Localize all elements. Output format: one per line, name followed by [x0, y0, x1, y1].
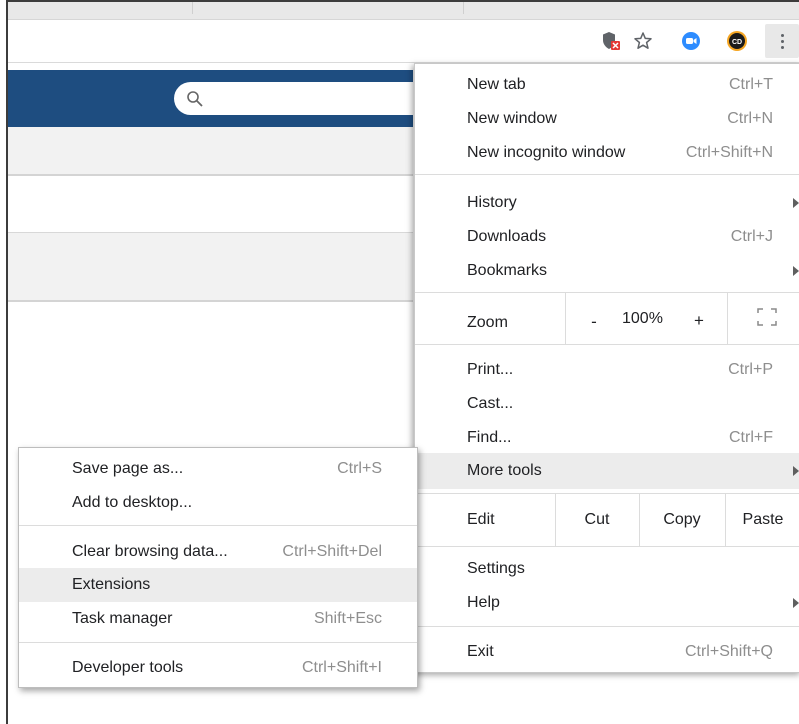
menu-separator	[415, 174, 799, 175]
menu-item-new-incognito[interactable]: New incognito window Ctrl+Shift+N	[415, 136, 799, 170]
menu-item-label: Bookmarks	[467, 262, 548, 279]
more-menu-icon[interactable]	[765, 24, 799, 58]
submenu-item-label: Add to desktop...	[72, 494, 193, 511]
zoom-out-button[interactable]: -	[586, 312, 602, 332]
tab-strip	[8, 2, 799, 20]
submenu-item-label: Extensions	[72, 576, 151, 593]
site-header	[8, 70, 434, 127]
cut-button[interactable]: Cut	[555, 494, 639, 546]
menu-item-label: New window	[467, 110, 557, 127]
submenu-item-clear-data[interactable]: Clear browsing data... Ctrl+Shift+Del	[19, 535, 417, 569]
menu-separator	[19, 525, 417, 526]
menu-item-shortcut: Ctrl+Shift+N	[685, 144, 773, 161]
content-band	[8, 178, 413, 232]
menu-item-label: Zoom	[467, 314, 508, 331]
zoom-level: 100%	[622, 310, 663, 327]
copy-button[interactable]: Copy	[639, 494, 725, 546]
menu-item-downloads[interactable]: Downloads Ctrl+J	[415, 220, 799, 254]
menu-item-history[interactable]: History	[415, 186, 799, 220]
menu-item-label: Help	[467, 594, 500, 611]
menu-separator	[415, 626, 799, 627]
content-band	[8, 127, 413, 176]
menu-separator	[415, 292, 799, 293]
submenu-item-extensions[interactable]: Extensions	[19, 568, 417, 602]
content-band	[8, 232, 413, 302]
menu-separator	[19, 642, 417, 643]
menu-item-label: Downloads	[467, 228, 547, 245]
svg-text:CD: CD	[732, 39, 742, 46]
menu-item-help[interactable]: Help	[415, 586, 799, 620]
search-input[interactable]	[174, 82, 434, 115]
submenu-item-label: Clear browsing data...	[72, 543, 228, 560]
submenu-item-task-manager[interactable]: Task manager Shift+Esc	[19, 602, 417, 636]
submenu-item-shortcut: Ctrl+Shift+I	[301, 659, 382, 676]
menu-item-edit: Edit Cut Copy Paste	[415, 494, 799, 546]
submenu-item-label: Save page as...	[72, 460, 184, 477]
menu-item-shortcut: Ctrl+F	[729, 429, 773, 446]
submenu-arrow-icon	[793, 266, 799, 276]
zoom-extension-icon[interactable]	[678, 28, 704, 54]
menu-separator	[415, 344, 799, 345]
menu-item-label: Edit	[467, 511, 495, 528]
menu-item-settings[interactable]: Settings	[415, 552, 799, 586]
menu-item-label: More tools	[467, 462, 542, 479]
menu-item-label: New incognito window	[467, 144, 626, 161]
menu-item-more-tools[interactable]: More tools	[415, 453, 799, 489]
menu-item-shortcut: Ctrl+J	[730, 228, 773, 245]
zoom-in-button[interactable]: +	[691, 311, 707, 331]
submenu-item-shortcut: Ctrl+S	[337, 460, 382, 477]
chrome-main-menu: New tab Ctrl+T New window Ctrl+N New inc…	[414, 63, 799, 673]
menu-item-shortcut: Ctrl+P	[728, 361, 773, 378]
more-tools-submenu: Save page as... Ctrl+S Add to desktop...…	[18, 447, 418, 688]
menu-item-find[interactable]: Find... Ctrl+F	[415, 421, 799, 455]
bookmark-star-icon[interactable]	[630, 28, 656, 54]
menu-item-zoom: Zoom - 100% +	[415, 293, 799, 344]
menu-item-label: Exit	[467, 643, 494, 660]
submenu-item-label: Developer tools	[72, 659, 184, 676]
submenu-arrow-icon	[793, 466, 799, 476]
submenu-item-shortcut: Shift+Esc	[313, 610, 382, 627]
submenu-item-save-page[interactable]: Save page as... Ctrl+S	[19, 452, 417, 486]
submenu-item-dev-tools[interactable]: Developer tools Ctrl+Shift+I	[19, 651, 417, 685]
menu-item-label: Print...	[467, 361, 514, 378]
submenu-arrow-icon	[793, 598, 799, 608]
browser-toolbar: CD	[8, 20, 799, 63]
submenu-item-add-desktop[interactable]: Add to desktop...	[19, 486, 417, 520]
menu-item-print[interactable]: Print... Ctrl+P	[415, 353, 799, 387]
menu-item-new-tab[interactable]: New tab Ctrl+T	[415, 68, 799, 102]
fullscreen-icon[interactable]	[755, 306, 779, 328]
menu-item-label: Settings	[467, 560, 525, 577]
cd-extension-icon[interactable]: CD	[724, 28, 750, 54]
paste-button[interactable]: Paste	[725, 494, 799, 546]
menu-item-label: History	[467, 194, 517, 211]
menu-item-label: Cast...	[467, 395, 514, 412]
menu-item-cast[interactable]: Cast...	[415, 387, 799, 421]
menu-item-label: Find...	[467, 429, 512, 446]
submenu-arrow-icon	[793, 198, 799, 208]
menu-item-new-window[interactable]: New window Ctrl+N	[415, 102, 799, 136]
submenu-item-shortcut: Ctrl+Shift+Del	[282, 543, 382, 560]
menu-item-exit[interactable]: Exit Ctrl+Shift+Q	[415, 635, 799, 669]
menu-item-label: New tab	[467, 76, 526, 93]
menu-item-shortcut: Ctrl+N	[727, 110, 773, 127]
shield-blocked-icon[interactable]	[598, 28, 624, 54]
menu-item-shortcut: Ctrl+T	[729, 76, 773, 93]
menu-separator	[415, 546, 799, 547]
search-icon	[187, 91, 203, 107]
submenu-item-label: Task manager	[72, 610, 173, 627]
menu-item-shortcut: Ctrl+Shift+Q	[684, 643, 773, 660]
menu-item-bookmarks[interactable]: Bookmarks	[415, 254, 799, 288]
